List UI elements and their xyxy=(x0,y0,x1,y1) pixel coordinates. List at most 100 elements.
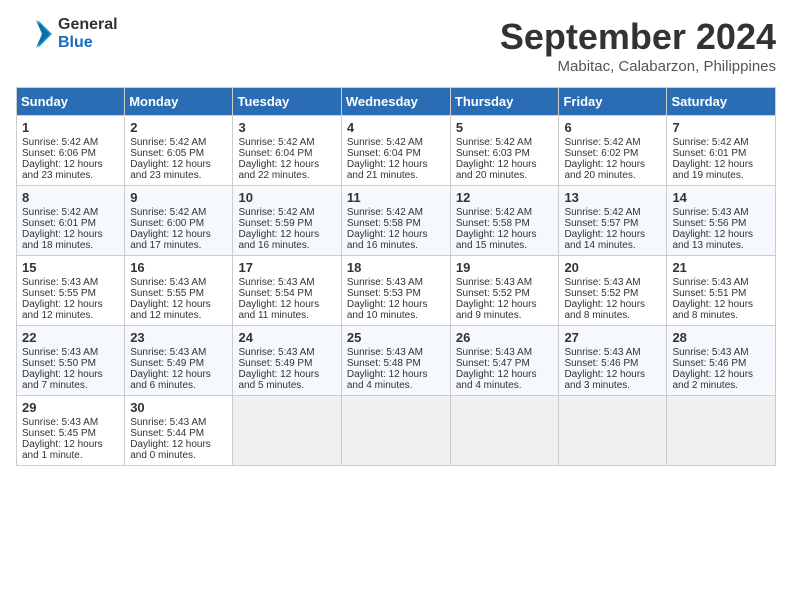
calendar-cell: 8 Sunrise: 5:42 AM Sunset: 6:01 PM Dayli… xyxy=(17,186,125,256)
calendar-cell: 24 Sunrise: 5:43 AM Sunset: 5:49 PM Dayl… xyxy=(233,326,341,396)
sunrise-text: Sunrise: 5:42 AM xyxy=(238,137,314,148)
sunrise-text: Sunrise: 5:43 AM xyxy=(130,347,206,358)
calendar-cell: 16 Sunrise: 5:43 AM Sunset: 5:55 PM Dayl… xyxy=(125,256,233,326)
calendar-cell: 25 Sunrise: 5:43 AM Sunset: 5:48 PM Dayl… xyxy=(341,326,450,396)
daylight-text: Daylight: 12 hours and 12 minutes. xyxy=(130,299,211,321)
calendar-cell: 5 Sunrise: 5:42 AM Sunset: 6:03 PM Dayli… xyxy=(450,116,559,186)
calendar-cell xyxy=(450,396,559,466)
calendar-cell: 2 Sunrise: 5:42 AM Sunset: 6:05 PM Dayli… xyxy=(125,116,233,186)
sunrise-text: Sunrise: 5:42 AM xyxy=(456,137,532,148)
calendar-cell: 29 Sunrise: 5:43 AM Sunset: 5:45 PM Dayl… xyxy=(17,396,125,466)
daylight-text: Daylight: 12 hours and 18 minutes. xyxy=(22,229,103,251)
logo: General Blue xyxy=(16,16,118,52)
logo-text: General Blue xyxy=(58,16,118,51)
sunrise-text: Sunrise: 5:43 AM xyxy=(130,277,206,288)
day-number: 19 xyxy=(456,260,554,275)
day-number: 5 xyxy=(456,120,554,135)
location: Mabitac, Calabarzon, Philippines xyxy=(500,58,776,75)
sunrise-text: Sunrise: 5:43 AM xyxy=(22,417,98,428)
day-number: 1 xyxy=(22,120,119,135)
calendar-cell: 6 Sunrise: 5:42 AM Sunset: 6:02 PM Dayli… xyxy=(559,116,667,186)
sunset-text: Sunset: 6:01 PM xyxy=(22,218,96,229)
day-number: 18 xyxy=(347,260,445,275)
daylight-text: Daylight: 12 hours and 5 minutes. xyxy=(238,369,319,391)
col-header-monday: Monday xyxy=(125,88,233,116)
sunrise-text: Sunrise: 5:43 AM xyxy=(130,417,206,428)
calendar-cell xyxy=(667,396,776,466)
logo-blue: Blue xyxy=(58,34,118,52)
sunset-text: Sunset: 5:56 PM xyxy=(672,218,746,229)
daylight-text: Daylight: 12 hours and 19 minutes. xyxy=(672,159,753,181)
sunrise-text: Sunrise: 5:42 AM xyxy=(347,207,423,218)
calendar-cell xyxy=(233,396,341,466)
calendar-cell: 21 Sunrise: 5:43 AM Sunset: 5:51 PM Dayl… xyxy=(667,256,776,326)
sunset-text: Sunset: 5:50 PM xyxy=(22,358,96,369)
sunset-text: Sunset: 6:04 PM xyxy=(238,148,312,159)
sunrise-text: Sunrise: 5:42 AM xyxy=(347,137,423,148)
sunrise-text: Sunrise: 5:43 AM xyxy=(238,347,314,358)
sunrise-text: Sunrise: 5:43 AM xyxy=(672,207,748,218)
calendar-cell: 22 Sunrise: 5:43 AM Sunset: 5:50 PM Dayl… xyxy=(17,326,125,396)
calendar-cell: 30 Sunrise: 5:43 AM Sunset: 5:44 PM Dayl… xyxy=(125,396,233,466)
sunrise-text: Sunrise: 5:43 AM xyxy=(456,347,532,358)
daylight-text: Daylight: 12 hours and 23 minutes. xyxy=(130,159,211,181)
sunset-text: Sunset: 5:46 PM xyxy=(564,358,638,369)
month-title: September 2024 xyxy=(500,16,776,58)
day-number: 2 xyxy=(130,120,227,135)
day-number: 8 xyxy=(22,190,119,205)
page-header: General Blue September 2024 Mabitac, Cal… xyxy=(16,16,776,75)
day-number: 17 xyxy=(238,260,335,275)
sunset-text: Sunset: 5:55 PM xyxy=(130,288,204,299)
sunset-text: Sunset: 5:53 PM xyxy=(347,288,421,299)
daylight-text: Daylight: 12 hours and 12 minutes. xyxy=(22,299,103,321)
sunset-text: Sunset: 6:06 PM xyxy=(22,148,96,159)
sunrise-text: Sunrise: 5:42 AM xyxy=(22,137,98,148)
calendar-cell xyxy=(341,396,450,466)
calendar-cell: 15 Sunrise: 5:43 AM Sunset: 5:55 PM Dayl… xyxy=(17,256,125,326)
sunset-text: Sunset: 5:49 PM xyxy=(238,358,312,369)
sunset-text: Sunset: 5:49 PM xyxy=(130,358,204,369)
sunset-text: Sunset: 5:47 PM xyxy=(456,358,530,369)
day-number: 21 xyxy=(672,260,770,275)
day-number: 3 xyxy=(238,120,335,135)
sunset-text: Sunset: 5:52 PM xyxy=(564,288,638,299)
col-header-saturday: Saturday xyxy=(667,88,776,116)
daylight-text: Daylight: 12 hours and 1 minute. xyxy=(22,439,103,461)
day-number: 7 xyxy=(672,120,770,135)
sunrise-text: Sunrise: 5:43 AM xyxy=(22,277,98,288)
sunrise-text: Sunrise: 5:42 AM xyxy=(238,207,314,218)
daylight-text: Daylight: 12 hours and 8 minutes. xyxy=(564,299,645,321)
calendar-cell: 12 Sunrise: 5:42 AM Sunset: 5:58 PM Dayl… xyxy=(450,186,559,256)
daylight-text: Daylight: 12 hours and 4 minutes. xyxy=(456,369,537,391)
daylight-text: Daylight: 12 hours and 20 minutes. xyxy=(564,159,645,181)
sunset-text: Sunset: 6:03 PM xyxy=(456,148,530,159)
sunrise-text: Sunrise: 5:42 AM xyxy=(22,207,98,218)
calendar-cell: 7 Sunrise: 5:42 AM Sunset: 6:01 PM Dayli… xyxy=(667,116,776,186)
sunset-text: Sunset: 6:02 PM xyxy=(564,148,638,159)
day-number: 14 xyxy=(672,190,770,205)
calendar-cell: 18 Sunrise: 5:43 AM Sunset: 5:53 PM Dayl… xyxy=(341,256,450,326)
daylight-text: Daylight: 12 hours and 15 minutes. xyxy=(456,229,537,251)
daylight-text: Daylight: 12 hours and 14 minutes. xyxy=(564,229,645,251)
day-number: 27 xyxy=(564,330,661,345)
daylight-text: Daylight: 12 hours and 23 minutes. xyxy=(22,159,103,181)
sunrise-text: Sunrise: 5:42 AM xyxy=(564,207,640,218)
day-number: 25 xyxy=(347,330,445,345)
sunset-text: Sunset: 5:59 PM xyxy=(238,218,312,229)
calendar-cell: 17 Sunrise: 5:43 AM Sunset: 5:54 PM Dayl… xyxy=(233,256,341,326)
day-number: 24 xyxy=(238,330,335,345)
daylight-text: Daylight: 12 hours and 8 minutes. xyxy=(672,299,753,321)
daylight-text: Daylight: 12 hours and 16 minutes. xyxy=(347,229,428,251)
daylight-text: Daylight: 12 hours and 20 minutes. xyxy=(456,159,537,181)
sunrise-text: Sunrise: 5:43 AM xyxy=(347,277,423,288)
sunrise-text: Sunrise: 5:43 AM xyxy=(672,347,748,358)
sunrise-text: Sunrise: 5:43 AM xyxy=(238,277,314,288)
calendar-table: SundayMondayTuesdayWednesdayThursdayFrid… xyxy=(16,87,776,466)
day-number: 6 xyxy=(564,120,661,135)
calendar-cell: 9 Sunrise: 5:42 AM Sunset: 6:00 PM Dayli… xyxy=(125,186,233,256)
calendar-cell: 10 Sunrise: 5:42 AM Sunset: 5:59 PM Dayl… xyxy=(233,186,341,256)
sunset-text: Sunset: 5:44 PM xyxy=(130,428,204,439)
daylight-text: Daylight: 12 hours and 6 minutes. xyxy=(130,369,211,391)
daylight-text: Daylight: 12 hours and 10 minutes. xyxy=(347,299,428,321)
sunrise-text: Sunrise: 5:43 AM xyxy=(456,277,532,288)
